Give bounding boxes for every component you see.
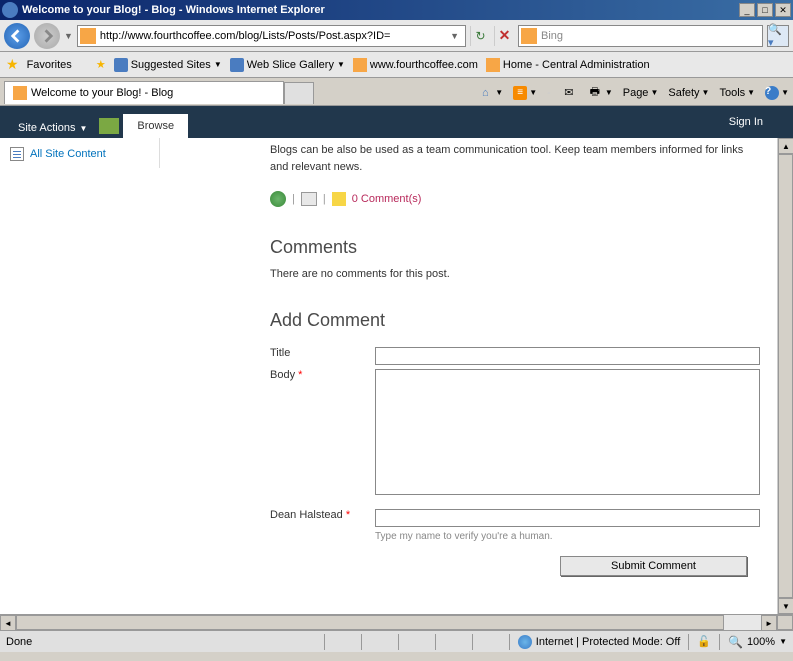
security-zone[interactable]: Internet | Protected Mode: Off [518, 635, 681, 649]
minimize-button[interactable]: _ [739, 3, 755, 17]
left-sidebar: All Site Content [0, 138, 160, 168]
sharepoint-favicon [353, 58, 367, 72]
bing-icon [521, 28, 537, 44]
browser-tab[interactable]: Welcome to your Blog! - Blog [4, 81, 284, 104]
status-text: Done [6, 636, 316, 648]
tab-bar: Welcome to your Blog! - Blog ⌂▼ ≡▼ - ✉ 🖶… [0, 78, 793, 106]
ie-favicon [114, 58, 128, 72]
add-comment-heading: Add Comment [270, 310, 763, 331]
no-comments-text: There are no comments for this post. [270, 268, 763, 280]
human-verify-label: Dean Halstead * [270, 509, 375, 527]
blog-action-row: | | 0 Comment(s) [270, 191, 763, 207]
vertical-scroll-thumb[interactable] [778, 154, 793, 598]
feeds-button[interactable]: ≡▼ [513, 86, 537, 100]
sharepoint-favicon [486, 58, 500, 72]
scroll-right-button[interactable]: ► [761, 615, 777, 631]
refresh-button[interactable]: ↻ [470, 26, 490, 46]
comment-body-textarea[interactable] [375, 369, 760, 495]
resize-grip[interactable] [777, 615, 793, 630]
page-menu[interactable]: Page▼ [623, 87, 659, 99]
body-label: Body * [270, 369, 375, 495]
submit-comment-button[interactable]: Submit Comment [560, 556, 747, 576]
new-tab-button[interactable] [284, 82, 314, 104]
favorite-central-admin[interactable]: Home - Central Administration [486, 58, 650, 72]
email-icon[interactable] [301, 192, 317, 206]
search-go-button[interactable]: 🔍 ▾ [767, 25, 789, 47]
sharepoint-ribbon: Site Actions ▼ Browse Sign In [0, 106, 793, 138]
protected-mode-icon[interactable]: 🔓 [697, 635, 711, 648]
title-label: Title [270, 347, 375, 365]
human-verify-input[interactable] [375, 509, 760, 527]
browse-tab[interactable]: Browse [123, 114, 188, 138]
site-actions-menu[interactable]: Site Actions ▼ [10, 118, 95, 138]
vertical-scrollbar[interactable]: ▲ ▼ [777, 138, 793, 614]
window-title: Welcome to your Blog! - Blog - Windows I… [22, 4, 739, 16]
home-button[interactable]: ⌂▼ [477, 85, 503, 101]
search-bar[interactable] [518, 25, 763, 47]
zoom-control[interactable]: 🔍 100% ▼ [728, 635, 787, 649]
scroll-left-button[interactable]: ◄ [0, 615, 16, 631]
tab-favicon [13, 86, 27, 100]
ie-favicon [230, 58, 244, 72]
internet-zone-icon [518, 635, 532, 649]
add-favorite-icon[interactable]: ★ [96, 58, 106, 71]
favorite-web-slice[interactable]: Web Slice Gallery ▼ [230, 58, 345, 72]
human-verify-hint: Type my name to verify you're a human. [375, 531, 763, 542]
scroll-down-button[interactable]: ▼ [778, 598, 793, 614]
navigate-up-icon[interactable] [99, 118, 119, 134]
status-bar: Done Internet | Protected Mode: Off 🔓 🔍 … [0, 630, 793, 652]
ie-icon [2, 2, 18, 18]
content-area: All Site Content Blogs can be also be us… [0, 138, 793, 614]
url-dropdown[interactable]: ▼ [446, 31, 463, 41]
horizontal-scroll-thumb[interactable] [16, 615, 724, 630]
scroll-up-button[interactable]: ▲ [778, 138, 793, 154]
print-button[interactable]: 🖶▼ [587, 85, 613, 101]
comment-title-input[interactable] [375, 347, 760, 365]
back-button[interactable] [4, 23, 30, 49]
stop-button[interactable]: ✕ [494, 26, 514, 46]
favorites-bar: ★ Favorites ★ Suggested Sites ▼ Web Slic… [0, 52, 793, 78]
site-favicon [80, 28, 96, 44]
search-input[interactable] [541, 30, 760, 42]
favorites-star-icon[interactable]: ★ [6, 56, 19, 73]
permalink-icon[interactable] [270, 191, 286, 207]
favorites-label[interactable]: Favorites [27, 59, 72, 71]
horizontal-scrollbar[interactable]: ◄ ► [0, 614, 793, 630]
favorite-suggested-sites[interactable]: Suggested Sites ▼ [114, 58, 222, 72]
help-button[interactable]: ?▼ [765, 86, 789, 100]
all-site-content-link[interactable]: All Site Content [0, 144, 159, 164]
nav-history-dropdown[interactable]: ▼ [64, 31, 73, 41]
read-mail-button[interactable]: ✉ [561, 85, 577, 101]
comments-count-link[interactable]: 0 Comment(s) [352, 193, 422, 205]
close-button[interactable]: ✕ [775, 3, 791, 17]
maximize-button[interactable]: □ [757, 3, 773, 17]
document-icon [10, 147, 24, 161]
comment-icon[interactable] [332, 192, 346, 206]
main-content: Blogs can be also be used as a team comm… [160, 138, 793, 614]
favorite-fourthcoffee[interactable]: www.fourthcoffee.com [353, 58, 478, 72]
tools-menu[interactable]: Tools▼ [719, 87, 755, 99]
window-titlebar: Welcome to your Blog! - Blog - Windows I… [0, 0, 793, 20]
navigation-bar: ▼ ▼ ↻ ✕ 🔍 ▾ [0, 20, 793, 52]
url-input[interactable] [100, 30, 446, 42]
sign-in-link[interactable]: Sign In [709, 112, 783, 132]
safety-menu[interactable]: Safety▼ [668, 87, 709, 99]
forward-button[interactable] [34, 23, 60, 49]
address-bar[interactable]: ▼ [77, 25, 466, 47]
comments-heading: Comments [270, 237, 763, 258]
blog-description: Blogs can be also be used as a team comm… [270, 142, 763, 175]
